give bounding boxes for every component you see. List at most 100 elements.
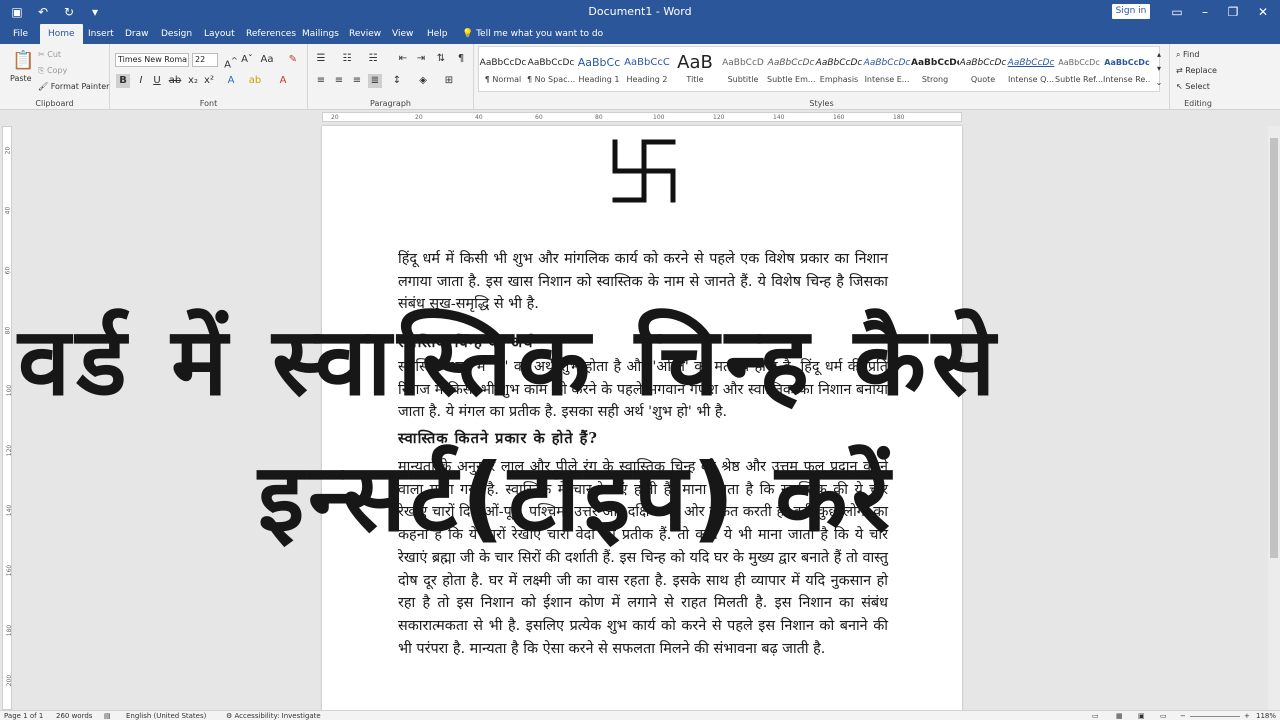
cursor-icon: ↖ (1176, 82, 1183, 91)
tab-view[interactable]: View (392, 24, 413, 44)
horizontal-ruler[interactable]: 20 20 40 60 80 100 120 140 160 180 (322, 112, 962, 122)
show-marks-icon[interactable]: ¶ (454, 52, 468, 66)
ruler-tick: 20 (331, 114, 339, 121)
align-right-icon[interactable]: ≡ (350, 74, 364, 88)
proofing-icon[interactable]: ▤ (104, 712, 111, 720)
find-button[interactable]: ⌕ Find (1176, 50, 1199, 60)
subscript-icon[interactable]: x₂ (186, 74, 200, 88)
vertical-scrollbar[interactable] (1268, 126, 1280, 710)
word-count[interactable]: 260 words (56, 712, 92, 720)
tab-design[interactable]: Design (161, 24, 192, 44)
ruler-tick: 160 (833, 114, 845, 121)
accessibility-label: Accessibility: Investigate (234, 712, 321, 720)
tab-draw[interactable]: Draw (125, 24, 149, 44)
styles-group: Styles (474, 44, 1170, 110)
scrollbar-thumb[interactable] (1270, 138, 1278, 558)
paragraph-group: ☰ ☷ ☵ ⇤ ⇥ ⇅ ¶ ≡ ≡ ≡ ≣ ↕ ◈ ⊞ Paragraph (308, 44, 474, 110)
highlight-icon[interactable]: ab (248, 74, 262, 88)
page-count[interactable]: Page 1 of 1 (4, 712, 43, 720)
copy-label: Copy (46, 66, 68, 75)
lightbulb-icon: 💡 (462, 29, 474, 39)
tab-file[interactable]: File (13, 24, 28, 44)
decrease-indent-icon[interactable]: ⇤ (396, 52, 410, 66)
justify-icon[interactable]: ≣ (368, 74, 382, 88)
ruler-tick: 140 (773, 114, 785, 121)
sort-icon[interactable]: ⇅ (434, 52, 448, 66)
replace-button[interactable]: ⇄ Replace (1176, 66, 1217, 75)
tell-me-search[interactable]: 💡 Tell me what you want to do (462, 24, 603, 44)
search-icon: ⌕ (1176, 50, 1181, 59)
increase-indent-icon[interactable]: ⇥ (414, 52, 428, 66)
paste-icon[interactable]: 📋 (12, 50, 34, 72)
ruler-tick: 60 (535, 114, 543, 121)
overlay-title-line-1: वर्ड में स्वास्तिक चिन्ह कैसे (18, 308, 1002, 417)
line-spacing-icon[interactable]: ↕ (390, 74, 404, 88)
font-color-icon[interactable]: A (276, 74, 290, 88)
font-label: Font (199, 99, 218, 108)
underline-icon[interactable]: U (150, 74, 164, 88)
paste-label[interactable]: Paste (10, 74, 32, 83)
tab-insert[interactable]: Insert (88, 24, 114, 44)
web-layout-icon[interactable]: ▭ (1160, 712, 1167, 720)
vruler-tick: 160 (6, 564, 14, 577)
align-left-icon[interactable]: ≡ (314, 74, 328, 88)
ribbon: 📋 Paste ✂ Cut ⎘ Copy 🖌 Format Painter Cl… (0, 44, 1280, 110)
tab-references[interactable]: References (246, 24, 296, 44)
vruler-tick: 180 (6, 624, 14, 637)
print-layout-icon[interactable]: ▣ (1138, 712, 1145, 720)
change-case-icon[interactable]: Aa (260, 53, 274, 67)
title-bar: ▣ ↶ ↻ ▾ Document1 - Word Sign in ▭ – ❐ ✕ (0, 0, 1280, 24)
italic-icon[interactable]: I (134, 74, 148, 88)
cut-button[interactable]: ✂ Cut (38, 50, 61, 59)
minimize-button[interactable]: – (1190, 0, 1220, 24)
focus-icon[interactable]: ▭ (1092, 712, 1099, 720)
vertical-ruler[interactable]: 20 40 60 80 100 120 140 160 180 200 (2, 126, 14, 710)
vruler-tick: 40 (4, 206, 12, 215)
copy-icon: ⎘ (38, 66, 45, 75)
ruler-tick: 120 (713, 114, 725, 121)
grow-font-icon[interactable]: A^ (224, 53, 238, 70)
clipboard-label: Clipboard (35, 99, 74, 108)
ribbon-display-icon[interactable]: ▭ (1162, 0, 1192, 24)
find-label: Find (1183, 50, 1200, 59)
shrink-font-icon[interactable]: Aˇ (240, 53, 254, 67)
strikethrough-icon[interactable]: ab (168, 74, 182, 88)
superscript-icon[interactable]: x² (202, 74, 216, 88)
restore-button[interactable]: ❐ (1218, 0, 1248, 24)
format-painter-button[interactable]: 🖌 Format Painter (38, 82, 109, 91)
format-painter-label: Format Painter (50, 82, 110, 91)
multilevel-list-icon[interactable]: ☵ (366, 52, 380, 66)
numbering-icon[interactable]: ☷ (340, 52, 354, 66)
ruler-tick: 40 (475, 114, 483, 121)
tab-mailings[interactable]: Mailings (302, 24, 339, 44)
vruler-tick: 80 (4, 326, 12, 335)
borders-icon[interactable]: ⊞ (442, 74, 456, 88)
shading-icon[interactable]: ◈ (416, 74, 430, 88)
language-indicator[interactable]: English (United States) (126, 712, 206, 720)
swastik-symbol (612, 139, 676, 203)
text-effects-icon[interactable]: A (224, 74, 238, 88)
tab-layout[interactable]: Layout (204, 24, 235, 44)
zoom-level[interactable]: 118% (1256, 712, 1276, 720)
clear-format-icon[interactable]: ✎ (286, 53, 300, 67)
align-center-icon[interactable]: ≡ (332, 74, 346, 88)
font-size-field[interactable]: 22 (192, 53, 218, 67)
tab-help[interactable]: Help (427, 24, 448, 44)
tab-home[interactable]: Home (40, 24, 83, 44)
zoom-out-icon[interactable]: − (1180, 712, 1186, 720)
font-name-field[interactable]: Times New Roma (115, 53, 189, 67)
tab-review[interactable]: Review (349, 24, 381, 44)
vruler-tick: 20 (4, 146, 12, 155)
copy-button[interactable]: ⎘ Copy (38, 66, 67, 76)
read-mode-icon[interactable]: ▦ (1116, 712, 1123, 720)
accessibility-icon: ⚙ (226, 712, 233, 720)
sign-in-button[interactable]: Sign in (1112, 4, 1150, 19)
zoom-slider[interactable] (1190, 716, 1240, 717)
bullets-icon[interactable]: ☰ (314, 52, 328, 66)
select-button[interactable]: ↖ Select (1176, 82, 1210, 91)
close-button[interactable]: ✕ (1248, 0, 1278, 24)
bold-icon[interactable]: B (116, 74, 130, 88)
accessibility-status[interactable]: ⚙ Accessibility: Investigate (226, 712, 321, 720)
zoom-in-icon[interactable]: + (1244, 712, 1250, 720)
clipboard-group: 📋 Paste ✂ Cut ⎘ Copy 🖌 Format Painter Cl… (0, 44, 110, 110)
